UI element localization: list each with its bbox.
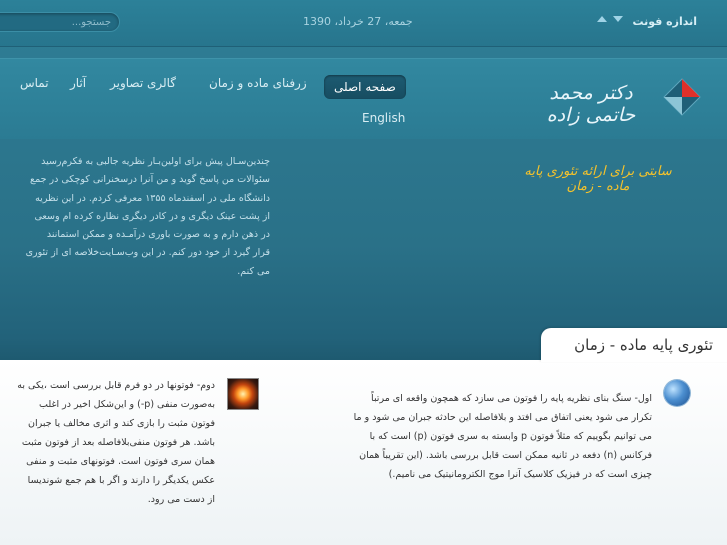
intro-text: چندین‌سـال پیش برای اولین‌بـار نظریه جال… <box>0 153 270 281</box>
article-line: می توانیم بگوییم که مثلاً فوتون p وابسته… <box>369 431 652 442</box>
intro-line: می کنم. <box>237 265 270 277</box>
nav-item-contact[interactable]: تماس <box>20 76 49 90</box>
intro-line: دانشگاه ملی در اسفندماه ۱۳۵۵ معرفی کردم.… <box>35 192 270 204</box>
top-bar: اندازه فونت جمعه، 27 خرداد، 1390 <box>0 0 727 47</box>
font-size-label: اندازه فونت <box>632 15 697 28</box>
page: اندازه فونت جمعه، 27 خرداد، 1390 دکتر مح… <box>0 0 727 545</box>
article-line: اول- سنگ بنای نظریه پایه را فوتون می ساز… <box>371 393 652 404</box>
site-tagline: سایتی برای ارائه تئوری پایه ماده - زمان <box>524 164 672 194</box>
article-line: فرکانس (n) دفعه در ثانیه ممکن است قابل ب… <box>359 450 652 461</box>
font-increase-icon[interactable] <box>597 16 607 22</box>
article-line: همان سری فوتون است. فوتونهای مثبت و منفی <box>26 456 215 467</box>
article-column-1: اول- سنگ بنای نظریه پایه را فوتون می ساز… <box>322 389 652 484</box>
nav-item-home[interactable]: صفحه اصلی <box>324 75 406 99</box>
intro-line: از پشت عینک دیگری و در کادر دیگری نظاره … <box>34 210 270 222</box>
article-column-2: دوم- فوتونها در دو فرم قابل بررسی است ،ی… <box>0 376 215 509</box>
site-logo-icon <box>663 78 701 116</box>
article-line: چیزی است که در فیزیک کلاسیک آنرا موج الک… <box>388 469 652 480</box>
intro-line: سئوالات من پاسخ گوید و من آنرا درسخنرانی… <box>30 174 270 186</box>
article-line: فوتون مثبت را بازی کند و اثری مخالف یا ج… <box>28 418 215 429</box>
article-line: دوم- فوتونها در دو فرم قابل بررسی است ،ی… <box>17 380 215 391</box>
intro-line: چندین‌سـال پیش برای اولین‌بـار نظریه جال… <box>41 156 270 167</box>
font-decrease-icon[interactable] <box>613 16 623 22</box>
article-line: از دست می رود. <box>147 494 215 505</box>
nav-item-works[interactable]: آثار <box>70 76 86 90</box>
intro-line: در ذهن دارم و به صورت باوری درآمـده و مم… <box>46 229 270 241</box>
nav-item-gallery[interactable]: گالری تصاویر <box>110 76 176 90</box>
content-title: تئوری پایه ماده - زمان <box>574 336 713 354</box>
site-name: دکتر محمد حاتمی زاده <box>546 82 636 126</box>
article-line: به‌صورت منفی (p-) و این‌شکل اخیر در اغلب <box>39 399 215 410</box>
article-line: عکس یکدیگر را دارند و اگر با هم جمع شوند… <box>27 475 215 486</box>
search-input[interactable] <box>0 12 120 32</box>
intro-line: قرار گیرد از خود دور کنم. در این وب‌سـای… <box>25 247 270 259</box>
current-date: جمعه، 27 خرداد، 1390 <box>303 15 413 28</box>
article-line: باشد. هر فوتون منفی‌بلافاصله بعد از فوتو… <box>21 437 215 448</box>
english-link[interactable]: English <box>362 111 405 125</box>
article-line: تکرار می شود یعنی اتفاق می افتد و بلافاص… <box>353 412 652 423</box>
globe-icon <box>664 380 690 406</box>
photon-image <box>227 378 259 410</box>
nav-item-matter-time[interactable]: زرفنای ماده و زمان <box>209 76 307 90</box>
